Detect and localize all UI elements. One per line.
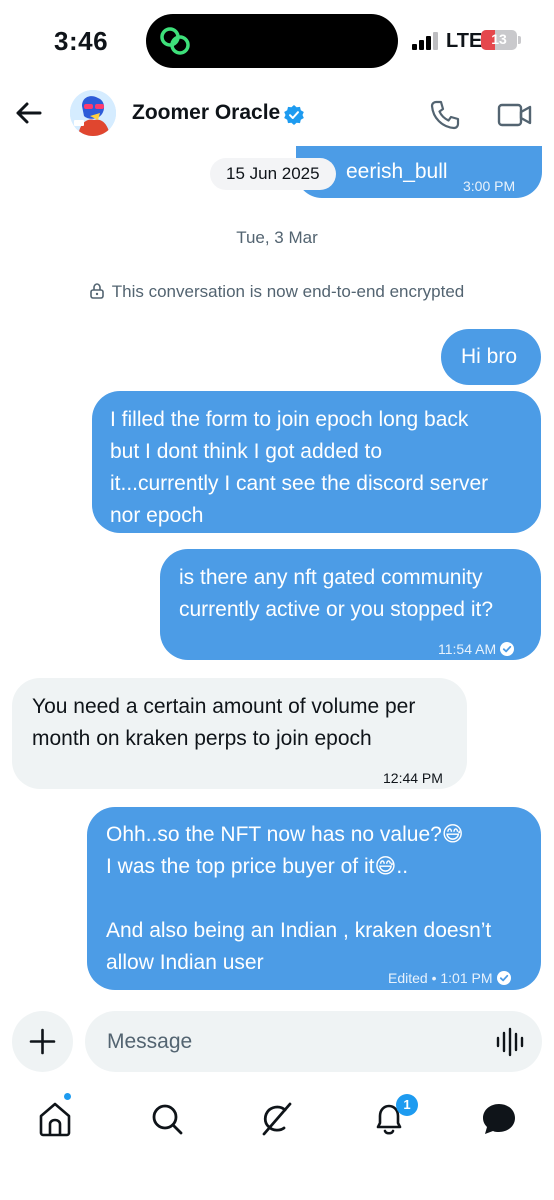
conversation-header: Zoomer Oracle [0, 86, 554, 146]
message-line: Ohh..so the NFT now has no value?😅 [106, 823, 464, 846]
message-line: nor epoch [110, 504, 204, 527]
message-time: Edited • 1:01 PM [388, 970, 493, 986]
grok-icon[interactable] [254, 1096, 300, 1142]
avatar[interactable] [70, 90, 116, 136]
tab-bar: 1 [0, 1084, 554, 1200]
message-thread[interactable]: eerish_bull 3:00 PM 15 Jun 2025 Tue, 3 M… [0, 146, 554, 1004]
message-line: it...currently I cant see the discord se… [110, 472, 489, 495]
message-bubble[interactable]: Hi bro [441, 329, 541, 385]
message-text: eerish_bull [346, 160, 448, 183]
message-bubble[interactable]: Ohh..so the NFT now has no value?😅 I was… [87, 807, 541, 990]
network-type: LTE [446, 30, 483, 52]
message-line: I was the top price buyer of it😅.. [106, 855, 409, 878]
status-bar: 3:46 LTE 13 [0, 0, 554, 86]
link-rings-icon [160, 27, 190, 55]
message-line: month on kraken perps to join epoch [32, 727, 372, 750]
message-input[interactable] [107, 1011, 487, 1072]
message-line: but I dont think I got added to [110, 440, 383, 463]
home-notification-dot [63, 1092, 72, 1101]
message-time: 11:54 AM [438, 641, 497, 657]
lock-icon [89, 283, 104, 299]
arrow-left-icon[interactable] [12, 96, 46, 130]
message-composer [0, 1004, 554, 1080]
message-line: currently active or you stopped it? [179, 598, 493, 621]
message-meta: Edited • 1:01 PM [388, 962, 511, 994]
read-receipt-icon [496, 971, 511, 985]
message-bubble[interactable]: I filled the form to join epoch long bac… [92, 391, 541, 533]
dynamic-island [146, 14, 398, 68]
video-camera-icon[interactable] [496, 98, 534, 132]
message-bubble[interactable]: You need a certain amount of volume per … [12, 678, 467, 789]
status-time: 3:46 [54, 26, 109, 56]
message-time: 12:44 PM [383, 770, 443, 786]
message-line: You need a certain amount of volume per [32, 695, 416, 718]
cellular-signal-icon [412, 30, 440, 50]
message-time: 3:00 PM [463, 178, 516, 194]
message-meta: 11:54 AM [438, 633, 515, 665]
message-line: Hi bro [461, 345, 518, 368]
date-separator: Tue, 3 Mar [236, 228, 318, 247]
encryption-notice-text: This conversation is now end-to-end encr… [111, 282, 465, 301]
message-line: And also being an Indian , kraken doesn’… [106, 919, 492, 942]
message-bubble[interactable]: is there any nft gated community current… [160, 549, 541, 660]
plus-icon [29, 1028, 56, 1055]
voice-waveform-icon[interactable] [495, 1027, 525, 1057]
home-icon[interactable] [32, 1096, 78, 1142]
message-line: is there any nft gated community [179, 566, 483, 589]
contact-name[interactable]: Zoomer Oracle [132, 101, 280, 125]
phone-icon[interactable] [428, 98, 462, 132]
notifications-badge: 1 [396, 1094, 418, 1116]
date-pill: 15 Jun 2025 [210, 158, 336, 190]
battery-icon: 13 [481, 30, 517, 50]
search-icon[interactable] [144, 1096, 190, 1142]
read-receipt-icon [500, 642, 515, 656]
attach-button[interactable] [12, 1011, 73, 1072]
battery-cap [518, 36, 521, 44]
battery-level: 13 [491, 31, 507, 47]
verified-badge-icon [284, 105, 304, 125]
message-line: I filled the form to join epoch long bac… [110, 408, 469, 431]
encryption-notice: This conversation is now end-to-end encr… [0, 282, 554, 302]
avatar-image [70, 90, 116, 136]
message-field[interactable] [85, 1011, 542, 1072]
messages-icon[interactable] [476, 1096, 522, 1142]
